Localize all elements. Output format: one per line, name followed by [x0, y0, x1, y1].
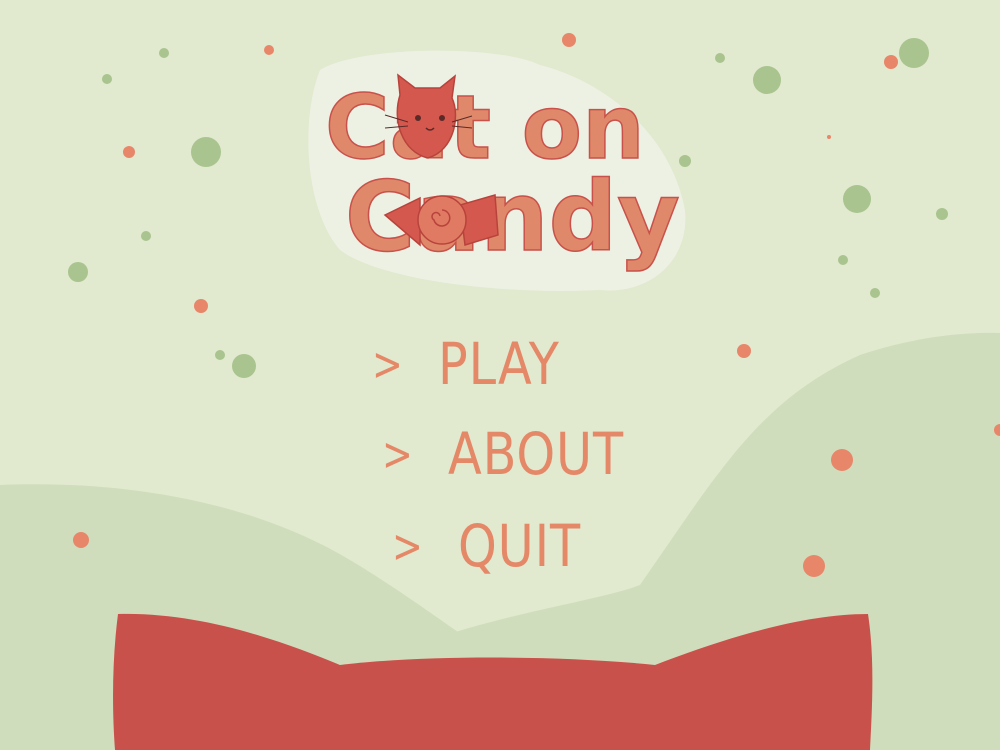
about-label: ABOUT — [447, 420, 624, 488]
game-logo: Cat on Candy — [300, 40, 700, 300]
quit-label: QUIT — [457, 512, 581, 580]
play-label: PLAY — [437, 330, 560, 398]
play-button[interactable]: > PLAY — [368, 330, 581, 398]
about-button[interactable]: > ABOUT — [378, 420, 655, 488]
quit-button[interactable]: > QUIT — [388, 512, 602, 580]
quit-arrow-icon: > — [391, 519, 424, 573]
about-arrow-icon: > — [381, 427, 414, 481]
play-arrow-icon: > — [371, 337, 404, 391]
